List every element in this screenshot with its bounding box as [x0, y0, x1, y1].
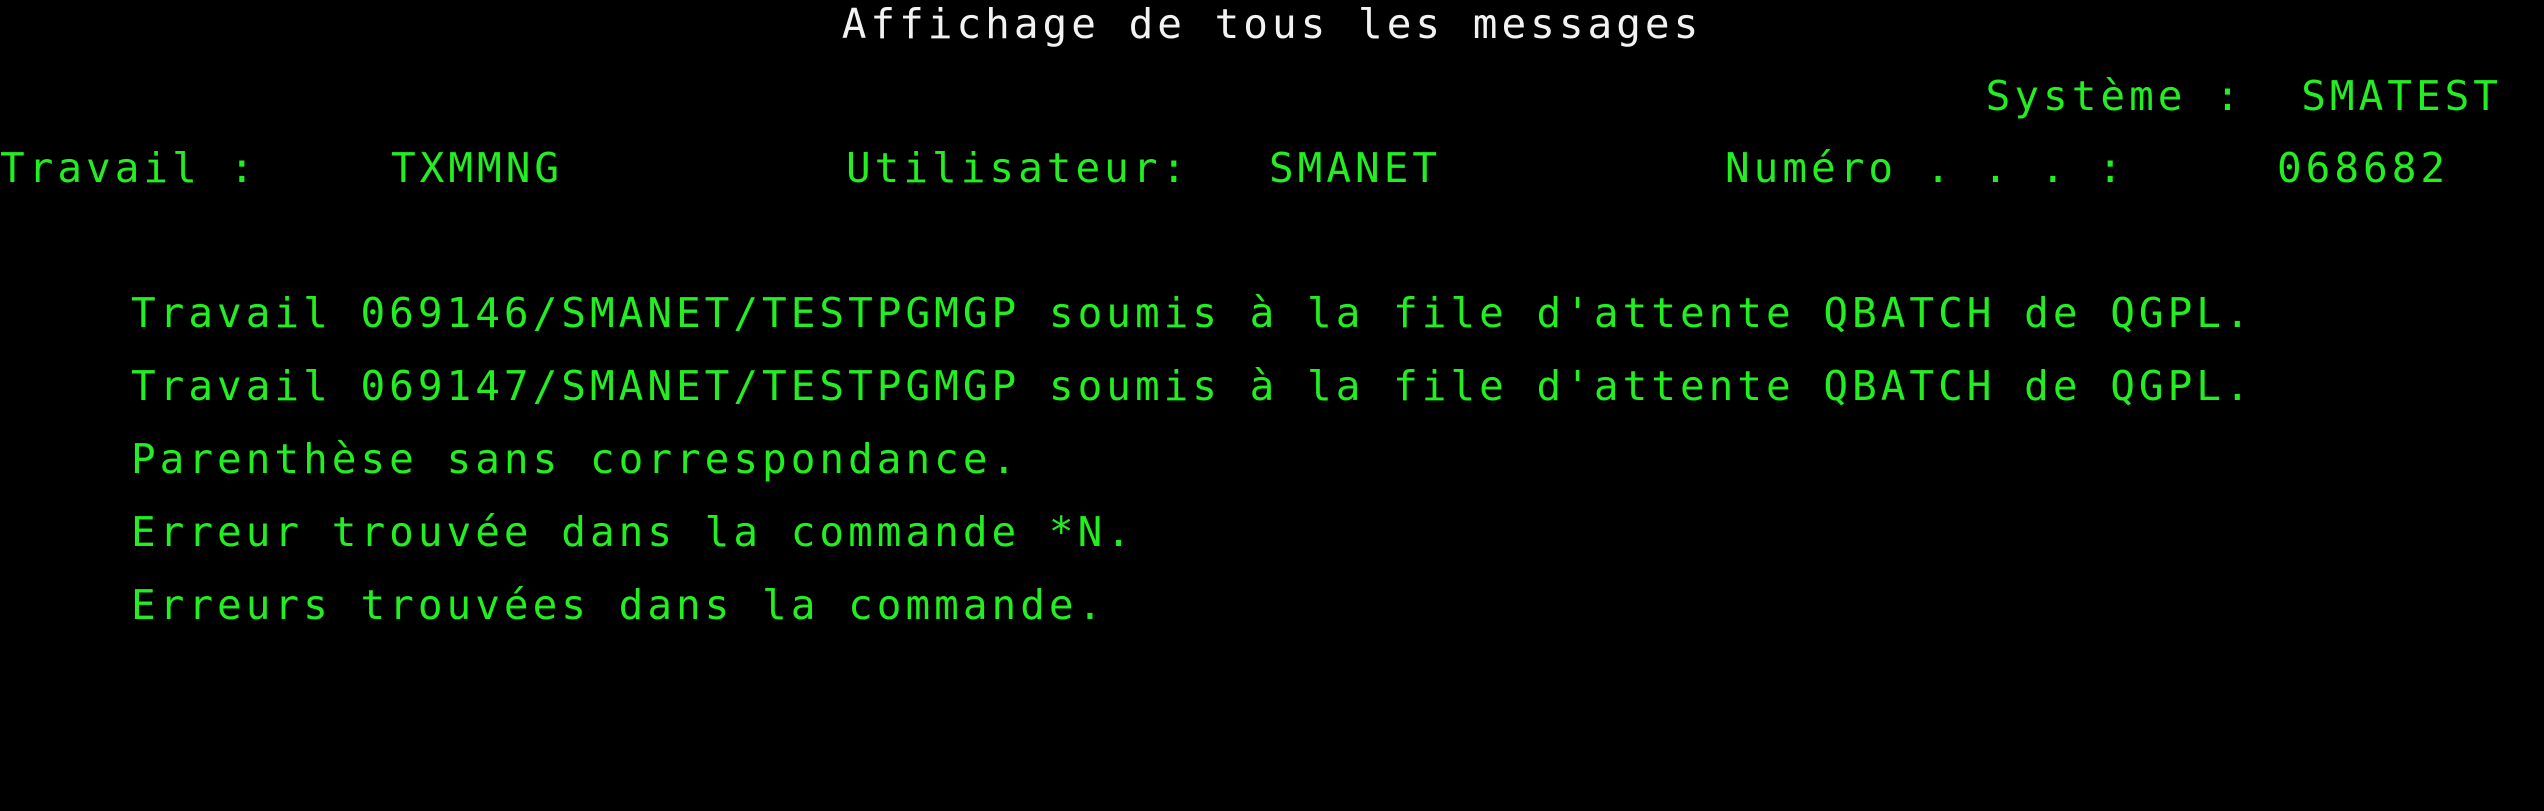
terminal-screen: Affichage de tous les messages Système :… — [0, 0, 2544, 811]
message-line[interactable]: Erreur trouvée dans la commande *N. — [131, 512, 1135, 553]
job-number-label: Numéro . . . : — [1725, 144, 2127, 192]
system-label: Système : — [1985, 72, 2244, 120]
job-info-row: Travail : TXMMNG Utilisateur: SMANET Num… — [0, 148, 2544, 198]
screen-title: Affichage de tous les messages — [841, 0, 1703, 48]
message-line[interactable]: Travail 069147/SMANET/TESTPGMGP soumis à… — [131, 366, 2254, 407]
message-line[interactable]: Travail 069146/SMANET/TESTPGMGP soumis à… — [131, 293, 2254, 334]
job-value: TXMMNG — [391, 144, 564, 192]
system-value: SMATEST — [2301, 72, 2502, 120]
system-info: Système : SMATEST — [1986, 76, 2502, 117]
job-label: Travail : — [0, 144, 259, 192]
message-line[interactable]: Erreurs trouvées dans la commande. — [131, 585, 1106, 626]
message-line[interactable]: Parenthèse sans correspondance. — [131, 439, 1020, 480]
user-label: Utilisateur: — [846, 144, 1191, 192]
user-value: SMANET — [1269, 144, 1442, 192]
job-number-value: 068682 — [2277, 144, 2450, 192]
